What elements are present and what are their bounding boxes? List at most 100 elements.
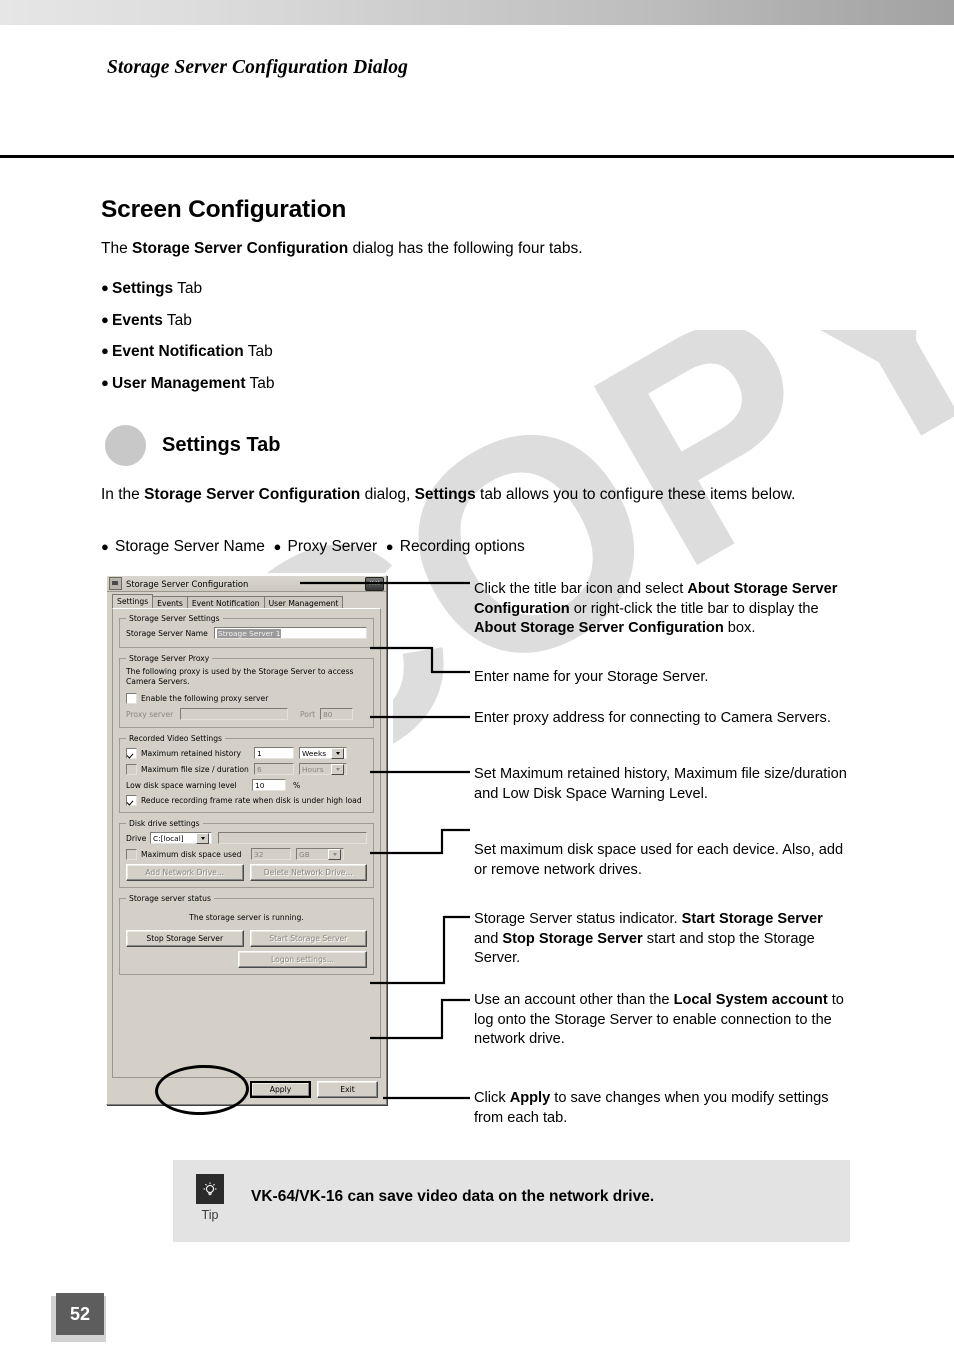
para-text-1: In the bbox=[101, 486, 145, 503]
list-item-rest: Tab bbox=[243, 343, 273, 360]
para-text-2: dialog, bbox=[360, 486, 415, 503]
running-head: Storage Server Configuration Dialog bbox=[107, 57, 408, 78]
dialog-window-icon[interactable] bbox=[109, 577, 122, 590]
proxy-port-input[interactable]: 80 bbox=[320, 708, 354, 720]
subsection-paragraph: In the Storage Server Configuration dial… bbox=[101, 482, 851, 507]
tip-label: Tip bbox=[201, 1208, 219, 1222]
annotation-part-bold: Local System account bbox=[673, 992, 828, 1008]
annotation-part: Click bbox=[474, 1090, 510, 1106]
list-item: ● Event Notification Tab bbox=[101, 335, 275, 367]
tabs-bullet-list: ● Settings Tab ● Events Tab ● Event Notific… bbox=[101, 272, 275, 398]
list-item-bold: Settings bbox=[112, 280, 174, 297]
max-disk-space-input[interactable]: 32 bbox=[251, 848, 291, 860]
group-recorded-video-settings: Recorded Video Settings Maximum retained… bbox=[119, 734, 374, 813]
drive-select[interactable]: C:[local] bbox=[150, 832, 212, 844]
settings-items-inline-list: ● Storage Server Name ● Proxy Server ● Reco… bbox=[101, 538, 525, 556]
annotation-titlebar: Click the title bar icon and select Abou… bbox=[474, 580, 849, 639]
max-retained-history-unit-value: Weeks bbox=[302, 748, 327, 758]
annotation-logon: Use an account other than the Local Syst… bbox=[474, 991, 849, 1050]
max-retained-history-checkbox[interactable] bbox=[126, 747, 137, 759]
chevron-down-icon[interactable] bbox=[196, 832, 209, 844]
chevron-down-icon[interactable] bbox=[331, 763, 344, 775]
exit-button[interactable]: Exit bbox=[317, 1080, 378, 1098]
dialog-title: Storage Server Configuration bbox=[126, 578, 249, 589]
annotation-part: Use an account other than the bbox=[474, 992, 674, 1008]
proxy-server-input[interactable] bbox=[180, 708, 288, 720]
max-file-size-unit-value: Hours bbox=[302, 764, 324, 774]
max-disk-space-checkbox[interactable] bbox=[126, 848, 137, 860]
group-storage-server-status: Storage server status The storage server… bbox=[119, 894, 374, 975]
proxy-description: The following proxy is used by the Stora… bbox=[126, 667, 354, 686]
page-title: Screen Configuration bbox=[101, 196, 347, 223]
delete-network-drive-button[interactable]: Delete Network Drive... bbox=[249, 864, 367, 881]
max-disk-space-label: Maximum disk space used bbox=[141, 849, 242, 859]
tab-settings[interactable]: Settings bbox=[112, 594, 154, 608]
storage-server-name-input[interactable]: Stroage Server 1 bbox=[214, 627, 367, 639]
para-text-3: tab allows you to configure these items … bbox=[475, 486, 796, 503]
proxy-server-label: Proxy server bbox=[126, 709, 174, 719]
annotation-part: box. bbox=[723, 620, 756, 636]
subsection-bullet-circle-icon bbox=[105, 425, 146, 466]
bullet-dot-icon: ● bbox=[385, 539, 394, 554]
annotation-part-bold: Start Storage Server bbox=[681, 911, 823, 927]
annotation-part-bold: Apply bbox=[509, 1090, 551, 1106]
enable-proxy-checkbox[interactable] bbox=[126, 693, 137, 704]
low-disk-warning-input[interactable]: 10 bbox=[252, 779, 286, 791]
annotation-status: Storage Server status indicator. Start S… bbox=[474, 910, 849, 969]
max-disk-space-unit-value: GB bbox=[299, 849, 310, 859]
subsection-heading: Settings Tab bbox=[105, 425, 281, 466]
drive-path-input[interactable] bbox=[218, 832, 367, 844]
low-disk-warning-label: Low disk space warning level bbox=[126, 780, 237, 790]
list-item-bold: Events bbox=[112, 311, 163, 329]
settings-tab-panel: Storage Server Settings Storage Server N… bbox=[112, 608, 381, 1078]
annotation-proxy: Enter proxy address for connecting to Ca… bbox=[474, 709, 849, 729]
add-network-drive-button[interactable]: Add Network Drive... bbox=[126, 864, 244, 881]
group-disk-drive-settings: Disk drive settings Drive C:[local] Maxi… bbox=[119, 819, 374, 888]
close-icon[interactable]: ×× bbox=[365, 576, 384, 591]
annotation-part: and bbox=[474, 930, 503, 947]
para-bold-2: Settings bbox=[414, 486, 476, 503]
storage-server-name-label: Storage Server Name bbox=[126, 628, 208, 638]
drive-value: C:[local] bbox=[153, 833, 184, 843]
max-disk-space-unit-select[interactable]: GB bbox=[296, 848, 344, 860]
max-file-size-input[interactable]: 6 bbox=[254, 763, 294, 775]
chevron-down-icon[interactable] bbox=[331, 747, 344, 759]
annotation-part: Set maximum disk space used for each dev… bbox=[474, 842, 844, 878]
list-item-bold: User Management bbox=[112, 374, 246, 392]
list-item-rest: Tab bbox=[245, 374, 275, 392]
max-retained-history-unit-select[interactable]: Weeks bbox=[299, 747, 347, 759]
group-storage-server-settings: Storage Server Settings Storage Server N… bbox=[119, 614, 374, 648]
inline-item-1: Storage Server Name bbox=[115, 538, 265, 555]
max-file-size-unit-select[interactable]: Hours bbox=[299, 763, 347, 775]
dialog-tab-strip: Settings Events Event Notification User … bbox=[107, 592, 386, 609]
group-legend: Storage server status bbox=[129, 894, 211, 903]
chevron-down-icon[interactable] bbox=[328, 848, 341, 860]
stop-storage-server-button[interactable]: Stop Storage Server bbox=[126, 930, 244, 947]
annotation-server-name: Enter name for your Storage Server. bbox=[474, 668, 849, 688]
apply-button[interactable]: Apply bbox=[250, 1080, 311, 1098]
enable-proxy-label: Enable the following proxy server bbox=[141, 694, 269, 703]
reduce-frame-rate-checkbox[interactable] bbox=[126, 795, 137, 806]
proxy-port-label: Port bbox=[300, 709, 316, 719]
start-storage-server-button[interactable]: Start Storage Server bbox=[249, 930, 367, 947]
dialog-title-bar[interactable]: Storage Server Configuration ×× bbox=[107, 576, 386, 592]
group-legend: Disk drive settings bbox=[129, 819, 200, 828]
group-legend: Storage Server Proxy bbox=[129, 654, 210, 663]
bullet-dot-icon: ● bbox=[101, 539, 109, 554]
low-disk-warning-unit: % bbox=[293, 780, 301, 790]
lightbulb-icon bbox=[203, 1182, 217, 1196]
subsection-title: Settings Tab bbox=[162, 434, 281, 456]
logon-settings-button[interactable]: Logon settings... bbox=[238, 951, 367, 968]
max-file-size-checkbox[interactable] bbox=[126, 763, 137, 775]
list-item: ● User Management Tab bbox=[101, 367, 275, 399]
annotation-part: Storage Server status indicator. bbox=[474, 911, 682, 927]
bullet-dot-icon: ● bbox=[101, 343, 109, 358]
page-number: 52 bbox=[56, 1293, 104, 1335]
list-item-rest: Tab bbox=[173, 280, 203, 297]
intro-text-bold: Storage Server Configuration bbox=[132, 240, 349, 257]
list-item-bold: Event Notification bbox=[112, 343, 244, 360]
annotation-apply: Click Apply to save changes when you mod… bbox=[474, 1089, 849, 1128]
max-retained-history-input[interactable]: 1 bbox=[254, 747, 294, 759]
max-retained-history-label: Maximum retained history bbox=[141, 748, 242, 758]
annotation-part: Click the title bar icon and select bbox=[474, 581, 688, 597]
